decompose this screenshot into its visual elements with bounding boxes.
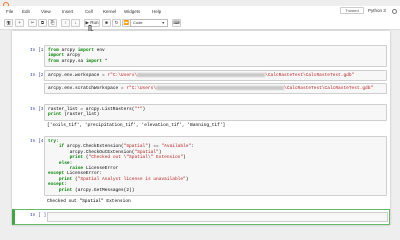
code-token: "Checked out \"Spatial\" Extension" [88, 155, 184, 161]
cell-output: ['soils_tif', 'precipitation_tif', 'elev… [47, 123, 226, 128]
code-token: "Spatial" [123, 144, 148, 150]
code-token: env [93, 48, 105, 53]
code-token: import [77, 48, 94, 53]
menu-view[interactable]: View [41, 9, 51, 14]
code-token: arcpy.env.workspace = [48, 73, 108, 79]
code-token: * [102, 58, 108, 64]
code-token: "Spatial Analyst license is unavailable" [77, 176, 186, 182]
menu-edit[interactable]: Edit [22, 9, 30, 14]
code-token: print [69, 155, 84, 161]
code-token: : [69, 160, 73, 166]
code-token: arcpy.CheckExtension( [64, 144, 124, 150]
code-token: : [64, 182, 67, 188]
code-token: ) == [147, 144, 162, 150]
move-down-icon[interactable]: ↓ [71, 19, 80, 27]
code-token: ) [142, 107, 146, 112]
code-token: ) [183, 155, 186, 161]
menu-file[interactable]: File [6, 9, 13, 14]
code-token: print [58, 176, 73, 182]
cell-output: Checked out "Spatial" Extension [47, 199, 131, 204]
paste-icon[interactable]: ⎘ [48, 19, 57, 27]
active-code-cell: In [ ]: [12, 209, 390, 225]
code-token: LicenseError: [64, 171, 103, 177]
menubar: File Edit View Insert Cell Kernel Widget… [0, 6, 400, 17]
keyboard-icon[interactable]: ⌨ [172, 19, 181, 27]
trusted-indicator[interactable]: Trusted [340, 7, 364, 14]
code-token: else [58, 160, 70, 166]
code-line: print (raster_list) [48, 112, 383, 117]
save-icon[interactable]: 🖫 [4, 19, 13, 27]
code-input[interactable] [47, 212, 388, 222]
code-input[interactable]: arcpy.env.scratchWorkspace = r"C:\Users\… [44, 83, 387, 95]
menu-insert[interactable]: Insert [62, 9, 73, 14]
menu-kernel[interactable]: Kernel [103, 9, 116, 14]
redacted-path [137, 73, 266, 77]
code-token: r"C:\Users\ [126, 86, 157, 92]
code-token: "*" [134, 107, 143, 112]
code-token: \CalcRasteTest\CalcRasteTest.gdb" [284, 86, 374, 92]
cell-type-value: Code [133, 20, 143, 25]
menu-cell[interactable]: Cell [85, 9, 93, 14]
menu-widgets[interactable]: Widgets [124, 9, 140, 14]
code-token: "Available" [161, 144, 192, 150]
code-token: import [85, 58, 103, 64]
code-input[interactable]: raster_list = arcpy.ListRasters("*") prin… [44, 104, 387, 121]
code-token: arcpy.env.scratchWorkspace = [48, 86, 127, 92]
code-token: except [48, 182, 65, 188]
code-token: (arcpy.GetMessages(2)) [72, 187, 135, 193]
code-line: print (arcpy.GetMessages(2)) [48, 188, 383, 193]
move-up-icon[interactable]: ↑ [61, 19, 70, 27]
code-token: from [48, 58, 59, 64]
copy-icon[interactable]: ⧉ [38, 19, 47, 27]
code-token: : [191, 144, 194, 150]
kernel-status-icon [392, 9, 397, 14]
code-token: print [58, 187, 73, 193]
code-input[interactable]: try: if arcpy.CheckExtension("Spatial") … [44, 136, 387, 196]
code-input[interactable]: arcpy.env.workspace = r"C:\Users\ \CalcRa… [44, 70, 387, 82]
redacted-path [156, 86, 285, 90]
code-input[interactable]: from arcpy import env import arcpy from ar… [44, 45, 387, 68]
notebook-container: In [1]: from arcpy import env import arcp… [12, 31, 390, 225]
code-token: arcpy [64, 53, 81, 59]
chevron-down-icon: ▼ [161, 21, 165, 25]
code-line: arcpy.env.workspace = r"C:\Users\ \CalcRa… [48, 73, 383, 78]
restart-icon[interactable]: ↻ [112, 19, 121, 27]
code-token: except [48, 171, 65, 177]
code-token: r"C:\Users\ [107, 73, 138, 79]
cell-type-select[interactable]: Code ▼ [130, 19, 168, 27]
kernel-name: Python 3 [368, 8, 386, 13]
cut-icon[interactable]: ✂ [28, 19, 37, 27]
code-token: ) [185, 176, 189, 182]
code-line: arcpy.env.scratchWorkspace = r"C:\Users\… [48, 86, 383, 91]
code-token: (raster_list) [61, 112, 100, 118]
code-token: arcpy.sa [58, 58, 86, 64]
code-token: import [48, 53, 65, 59]
code-line: from arcpy.sa import * [48, 59, 383, 64]
code-token: \CalcRasteTest\CalcRasteTest.gdb" [265, 73, 355, 79]
code-token: print [48, 112, 62, 118]
add-cell-icon[interactable]: + [15, 19, 24, 27]
toolbar: 🖫 + ✂ ⧉ ⎘ ↑ ↓ ▶ Run ■ ↻ ⏩ Code ▼ ⌨ [0, 17, 400, 30]
stop-icon[interactable]: ■ [102, 19, 111, 27]
menu-help[interactable]: Help [152, 9, 161, 14]
